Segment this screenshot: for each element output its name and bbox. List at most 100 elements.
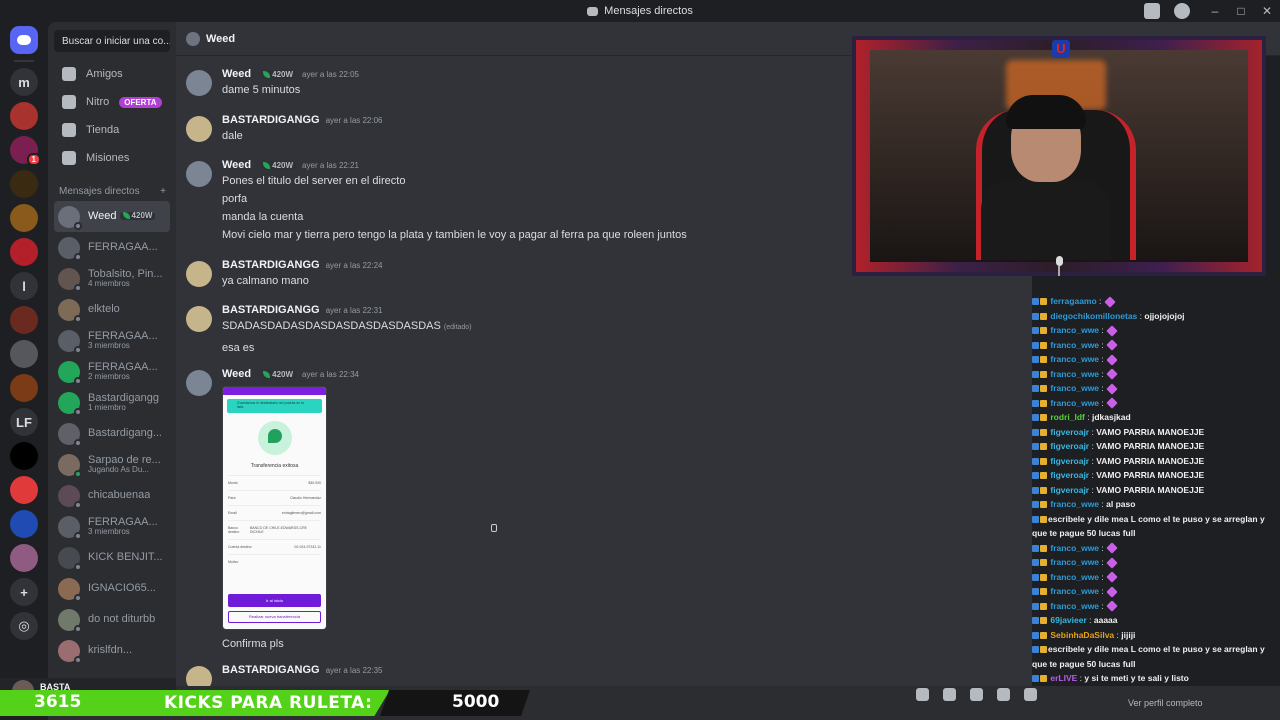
close-button[interactable]: ✕: [1254, 4, 1280, 18]
dm-item[interactable]: FERRAGAA... 3 miembros: [54, 325, 170, 356]
server-icon[interactable]: [10, 204, 38, 232]
chat-username: ferragaamo: [1050, 296, 1097, 306]
message-author[interactable]: Weed: [222, 159, 251, 171]
leaf-icon: [263, 370, 271, 378]
add-dm-icon[interactable]: +: [160, 186, 166, 197]
status-indicator: [74, 283, 82, 292]
chat-badge-icon: [1032, 414, 1039, 422]
inbox-icon[interactable]: [1144, 3, 1160, 19]
dm-name-text: Tobalsito, Pin...: [88, 268, 163, 281]
dm-item[interactable]: do not diturbb: [54, 604, 170, 635]
status-indicator: [74, 655, 82, 664]
message-text: ya calmano mano: [222, 275, 309, 287]
dm-item[interactable]: KICK BENJIT...: [54, 542, 170, 573]
server-icon[interactable]: [10, 306, 38, 334]
server-icon[interactable]: [10, 510, 38, 538]
apps-icon[interactable]: [1024, 688, 1037, 701]
chat-username: franco_wwe: [1050, 586, 1100, 596]
dm-header-label: Mensajes directos: [59, 186, 140, 197]
dm-subtitle: Jugando As Du...: [88, 466, 149, 475]
nav-label: Misiones: [86, 152, 130, 164]
nav-amigos[interactable]: Amigos: [54, 60, 170, 88]
dm-name-text: Bastardigang...: [88, 427, 162, 440]
message-author[interactable]: BASTARDIGANGG: [222, 114, 320, 126]
stream-chat-line: franco_wwe :: [1032, 338, 1280, 353]
server-icon[interactable]: LF: [10, 408, 38, 436]
minimize-button[interactable]: –: [1202, 4, 1228, 18]
message-author[interactable]: BASTARDIGANGG: [222, 664, 320, 676]
chat-username: SebinhaDaSilva: [1050, 629, 1115, 640]
message-author[interactable]: BASTARDIGANGG: [222, 259, 320, 271]
dm-name-text: IGNACIO65...: [88, 582, 156, 595]
server-icon[interactable]: [10, 374, 38, 402]
stream-chat-line: figveroajr : VAMO PARRIA MANOEJJE: [1032, 425, 1280, 440]
dm-item[interactable]: elktelo: [54, 294, 170, 325]
kicks-count: 3615: [34, 692, 82, 712]
message-meta: Weed 420W ayer a las 22:34: [222, 368, 359, 380]
shop-icon: [62, 123, 76, 137]
dm-item[interactable]: IGNACIO65...: [54, 573, 170, 604]
dm-item[interactable]: Bastardigang...: [54, 418, 170, 449]
server-icon[interactable]: m: [10, 68, 38, 96]
message-author[interactable]: BASTARDIGANGG: [222, 304, 320, 316]
emoji-icon[interactable]: [997, 688, 1010, 701]
search-input[interactable]: Buscar o iniciar una co...: [54, 30, 170, 52]
maximize-button[interactable]: □: [1228, 4, 1254, 18]
avatar[interactable]: [186, 116, 212, 142]
dm-name-text: do not diturbb: [88, 613, 156, 626]
avatar: [58, 422, 82, 447]
dm-item[interactable]: Sarpao de re... Jugando As Du...: [54, 449, 170, 480]
message-text: esa es: [222, 342, 255, 354]
dm-item[interactable]: Weed 420W: [54, 201, 170, 232]
server-icon[interactable]: 1: [10, 136, 41, 166]
message-group: BASTARDIGANGG ayer a las 22:24 ya calmano …: [186, 259, 383, 289]
server-icon[interactable]: l: [10, 272, 38, 300]
dm-item[interactable]: chicabuenaa: [54, 480, 170, 511]
gif-icon[interactable]: [943, 688, 956, 701]
avatar[interactable]: [186, 161, 212, 187]
server-icon[interactable]: [10, 544, 38, 572]
message-author[interactable]: Weed: [222, 68, 251, 80]
server-letter: l: [22, 278, 26, 294]
server-icon[interactable]: [10, 170, 38, 198]
server-icon[interactable]: [10, 238, 38, 266]
nav-nitro[interactable]: Nitro OFERTA: [54, 88, 170, 116]
chat-badge-icon: [1040, 298, 1047, 306]
avatar: [58, 267, 82, 292]
add-server-icon[interactable]: +: [10, 578, 38, 606]
image-attachment[interactable]: Guardamos el destinatario así podrás en …: [222, 386, 327, 630]
sticker-icon[interactable]: [970, 688, 983, 701]
stream-chat-line: franco_wwe :: [1032, 555, 1280, 570]
dm-item[interactable]: krislfdn...: [54, 635, 170, 666]
dm-item[interactable]: Bastardigangg 1 miembro: [54, 387, 170, 418]
status-indicator: [74, 593, 82, 602]
discover-icon[interactable]: ◎: [10, 612, 38, 640]
receipt-key: Monto: [228, 481, 238, 485]
server-icon[interactable]: [10, 476, 38, 504]
message-author[interactable]: Weed: [222, 368, 251, 380]
gift-icon[interactable]: [916, 688, 929, 701]
dm-item[interactable]: FERRAGAA... 3 miembros: [54, 511, 170, 542]
view-full-profile-link[interactable]: Ver perfil completo: [1128, 698, 1203, 708]
chat-username: franco_wwe: [1050, 557, 1100, 567]
avatar[interactable]: [186, 261, 212, 287]
nav-tienda[interactable]: Tienda: [54, 116, 170, 144]
emote-icon: [1106, 339, 1118, 351]
avatar[interactable]: [186, 70, 212, 96]
avatar[interactable]: [186, 666, 212, 686]
dm-item[interactable]: FERRAGAA... 2 miembros: [54, 356, 170, 387]
dm-item[interactable]: Tobalsito, Pin... 4 miembros: [54, 263, 170, 294]
server-icon[interactable]: [10, 442, 38, 470]
server-icon[interactable]: [10, 102, 38, 130]
server-icon[interactable]: [10, 340, 38, 368]
chat-username: franco_wwe: [1050, 325, 1100, 335]
message-timestamp: ayer a las 22:35: [325, 665, 383, 675]
home-button[interactable]: [10, 26, 38, 54]
avatar[interactable]: [186, 306, 212, 332]
message-line: dale: [222, 130, 383, 144]
nav-misiones[interactable]: Misiones: [54, 144, 170, 172]
avatar[interactable]: [186, 370, 212, 396]
help-icon[interactable]: [1174, 3, 1190, 19]
dm-item[interactable]: FERRAGAA...: [54, 232, 170, 263]
message-line: SDADASDADASDASDASDASDASDASDAS (editado): [222, 320, 472, 334]
